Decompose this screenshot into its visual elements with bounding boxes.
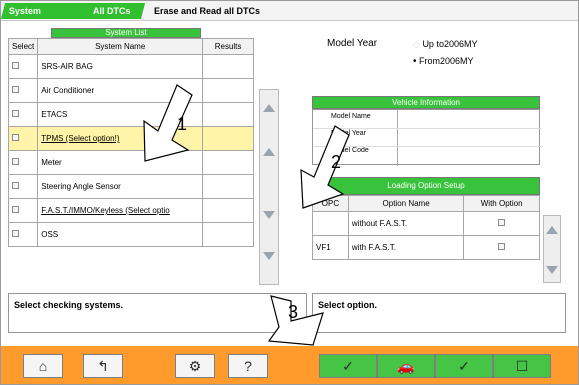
table-row[interactable]: Meter — [7, 150, 254, 175]
settings-button[interactable]: ⚙ — [175, 354, 215, 378]
checkbox[interactable] — [12, 62, 19, 69]
col-select: Select — [7, 38, 39, 55]
callout-1: 1 — [177, 114, 188, 134]
model-year-option-up-to-2006[interactable]: ◇ Up to2006MY — [413, 39, 477, 50]
back-button[interactable]: ↰ — [83, 354, 123, 378]
loading-option-table: OPC Option Name With Option without F.A.… — [312, 195, 540, 260]
scroll-down-icon[interactable] — [263, 211, 275, 219]
bottom-toolbar: ⌂ ↰ ⚙ ? ✓ 🚗 ✓ ☐ — [1, 346, 578, 384]
table-row[interactable]: Steering Angle Sensor — [7, 174, 254, 199]
checkbox-icon: ☐ — [515, 357, 529, 374]
vehicle-info-panel: Model Name Model Year Model Code — [312, 109, 541, 166]
gear-icon: ⚙ — [188, 357, 202, 374]
system-list-title: System List — [51, 28, 201, 38]
callout-2: 2 — [331, 152, 342, 172]
vehicle-icon: 🚗 — [397, 357, 415, 374]
table-row[interactable]: TPMS (Select option!) — [7, 126, 254, 151]
checkbox[interactable] — [12, 86, 19, 93]
home-icon: ⌂ — [38, 358, 48, 374]
table-row[interactable]: VF1 with F.A.S.T. — [312, 235, 540, 260]
checkbox[interactable] — [12, 110, 19, 117]
tab-erase-read[interactable]: Erase and Read all DTCs — [146, 3, 296, 19]
check-button[interactable]: ✓ — [319, 354, 377, 378]
checkbox[interactable] — [12, 206, 19, 213]
help-button[interactable]: ? — [228, 354, 268, 378]
table-row[interactable]: Air Conditioner — [7, 78, 254, 103]
scroll-up-icon[interactable] — [546, 226, 558, 234]
scroll-up-icon[interactable] — [263, 104, 275, 112]
loading-option-title: Loading Option Setup — [312, 177, 540, 195]
scroll-up-icon[interactable] — [263, 148, 275, 156]
table-row[interactable]: OSS — [7, 222, 254, 247]
back-arrow-icon: ↰ — [97, 357, 109, 374]
checkbox[interactable] — [498, 219, 506, 226]
checkmark-icon: ✓ — [458, 357, 470, 374]
option-hint-panel: Select option. — [312, 293, 566, 333]
main-screen: System function All DTCs Erase and Read … — [0, 0, 579, 385]
vehicle-button[interactable]: 🚗 — [377, 354, 435, 378]
checkbox[interactable] — [12, 158, 19, 165]
col-system-name: System Name — [37, 38, 204, 55]
breadcrumb-tabs: System function All DTCs Erase and Read … — [1, 1, 578, 32]
tab-all-dtcs[interactable]: All DTCs — [82, 3, 146, 19]
table-row[interactable]: SRS-AIR BAG — [7, 54, 254, 79]
table-row[interactable]: without F.A.S.T. — [312, 211, 540, 236]
system-hint-panel: Select checking systems. — [8, 293, 307, 333]
table-row[interactable]: ETACS — [7, 102, 254, 127]
table-row[interactable]: F.A.S.T./IMMO/Keyless (Select optio — [7, 198, 254, 223]
system-list-scrollbar[interactable] — [259, 89, 279, 285]
tab-system-function[interactable]: System function — [1, 3, 89, 32]
option-list-scrollbar[interactable] — [543, 215, 561, 283]
checkbox[interactable] — [12, 134, 19, 141]
checkbox[interactable] — [12, 182, 19, 189]
checkmark-icon: ✓ — [342, 357, 354, 374]
callout-3: 3 — [288, 302, 299, 322]
checkbox[interactable] — [498, 243, 506, 250]
col-results: Results — [202, 38, 254, 55]
scroll-down-icon[interactable] — [546, 266, 558, 274]
scroll-down-icon[interactable] — [263, 252, 275, 260]
checkbox-button[interactable]: ☐ — [493, 354, 551, 378]
help-icon: ? — [244, 358, 252, 374]
model-year-option-from-2006[interactable]: • From2006MY — [413, 56, 474, 67]
system-list-table: Select System Name Results SRS-AIR BAG A… — [7, 38, 254, 247]
model-year-label: Model Year — [327, 38, 378, 49]
confirm-button[interactable]: ✓ — [435, 354, 493, 378]
checkbox[interactable] — [12, 230, 19, 237]
vehicle-info-title: Vehicle Information — [312, 96, 540, 109]
home-button[interactable]: ⌂ — [23, 354, 63, 378]
